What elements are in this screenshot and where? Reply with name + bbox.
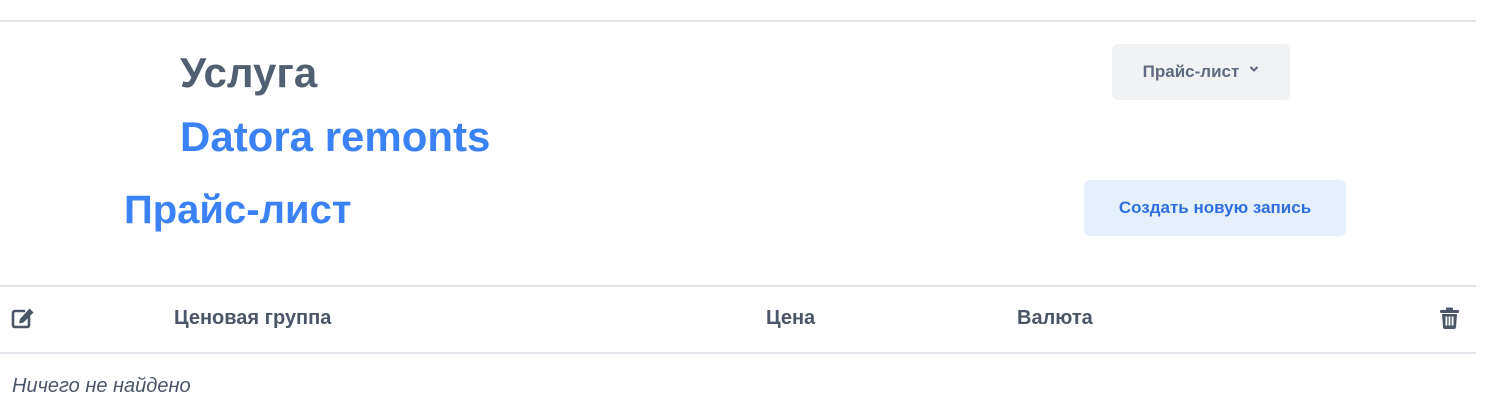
entity-name-link[interactable]: Datora remonts xyxy=(180,116,490,158)
empty-state-message: Ничего не найдено xyxy=(12,375,191,397)
column-header-price-group[interactable]: Ценовая группа xyxy=(174,306,331,330)
table-header-border-bottom xyxy=(0,352,1476,354)
chevron-down-icon xyxy=(1250,66,1259,72)
price-list-dropdown-button[interactable]: Прайс-лист xyxy=(1112,44,1290,100)
dropdown-label: Прайс-лист xyxy=(1142,62,1240,81)
create-button-label: Создать новую запись xyxy=(1118,198,1312,217)
section-title: Прайс-лист xyxy=(124,188,352,232)
column-header-currency[interactable]: Валюта xyxy=(1017,306,1093,330)
column-header-price[interactable]: Цена xyxy=(766,306,815,330)
trash-icon[interactable] xyxy=(1440,307,1459,329)
create-new-record-button[interactable]: Создать новую запись xyxy=(1084,180,1346,236)
table-header-border-top xyxy=(0,285,1476,287)
edit-icon[interactable] xyxy=(11,307,35,329)
top-divider xyxy=(0,20,1476,22)
price-list-page: Услуга Datora remonts Прайс-лист Прайс-л… xyxy=(0,0,1506,414)
entity-type-label: Услуга xyxy=(180,49,318,96)
